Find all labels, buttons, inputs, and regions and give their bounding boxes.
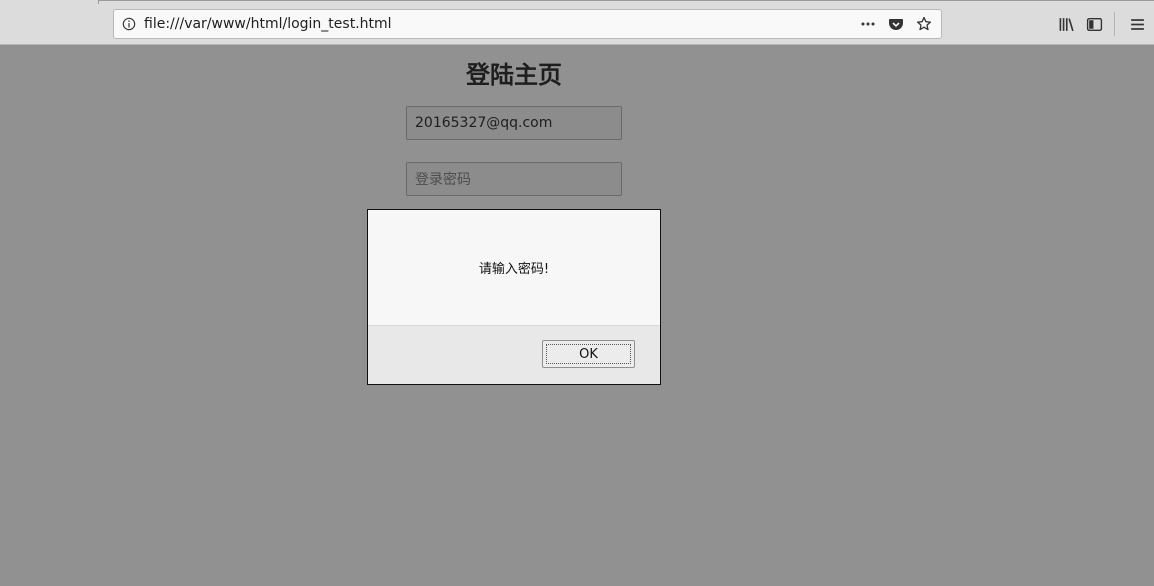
browser-toolbar: file:///var/www/html/login_test.html (0, 0, 1154, 45)
alert-dialog: 请输入密码! OK (367, 209, 661, 385)
pocket-icon[interactable] (885, 13, 907, 35)
bookmark-star-icon[interactable] (913, 13, 935, 35)
toolbar-separator (1114, 12, 1115, 36)
library-icon[interactable] (1052, 12, 1080, 36)
page-title: 登陆主页 (466, 61, 562, 89)
more-actions-icon[interactable] (857, 13, 879, 35)
address-bar[interactable]: file:///var/www/html/login_test.html (113, 9, 942, 39)
ok-button[interactable]: OK (542, 340, 635, 368)
url-text[interactable]: file:///var/www/html/login_test.html (144, 16, 857, 32)
sidebar-icon[interactable] (1080, 12, 1108, 36)
address-bar-actions (857, 13, 941, 35)
alert-message: 请输入密码! (478, 262, 550, 277)
alert-footer: OK (368, 325, 660, 384)
hamburger-menu-icon[interactable] (1123, 12, 1151, 36)
info-icon[interactable] (114, 10, 144, 38)
email-field[interactable]: 20165327@qq.com (406, 106, 622, 140)
password-field[interactable]: 登录密码 (406, 162, 622, 196)
toolbar-right-tools (1052, 12, 1151, 36)
tab-strip-edge (98, 0, 1154, 4)
ok-button-label: OK (546, 344, 631, 364)
